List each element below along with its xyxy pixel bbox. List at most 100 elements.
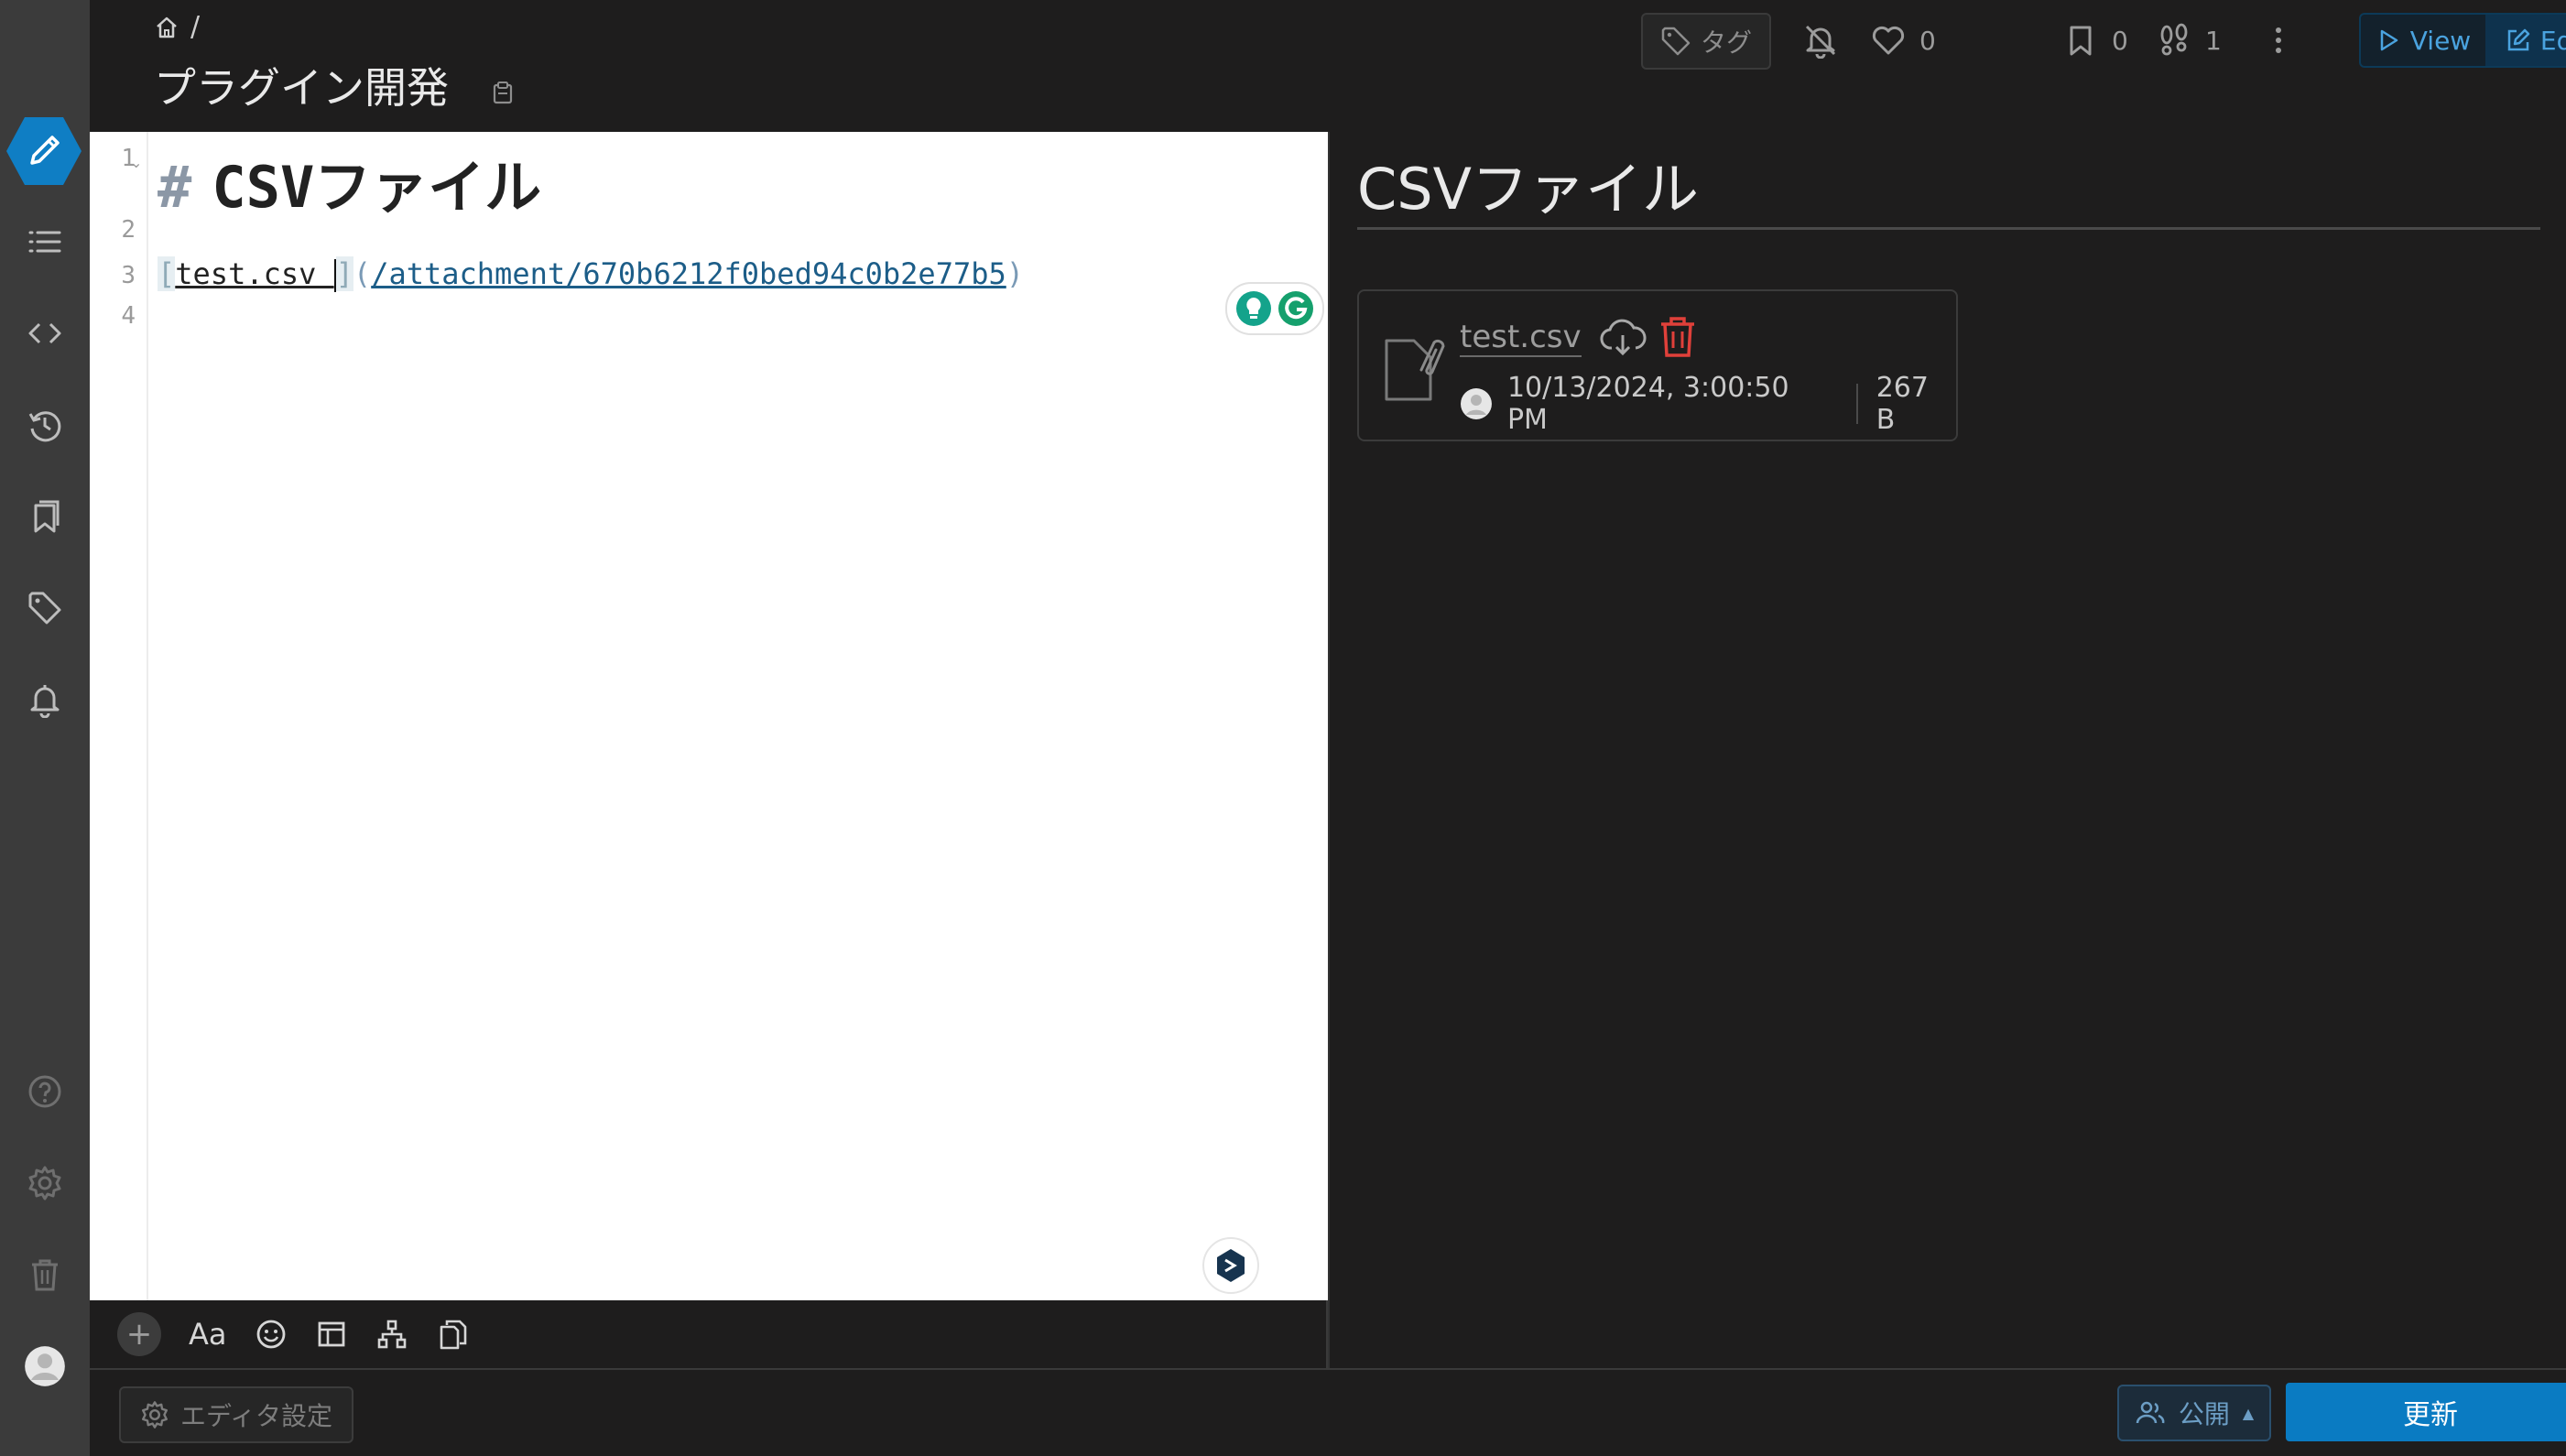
page-header: / プラグイン開発 タグ 0 0 1 View Ed — [90, 0, 2566, 132]
fold-chevron-icon[interactable]: ⌄ — [130, 154, 142, 171]
sidebar-settings-button[interactable] — [0, 1137, 90, 1229]
link-open-bracket: [ — [158, 256, 176, 291]
attachment-name[interactable]: test.csv — [1460, 319, 1582, 357]
list-icon — [28, 231, 61, 253]
update-button[interactable]: 更新 — [2286, 1392, 2557, 1432]
view-edit-toggle: View Edit — [2359, 13, 2566, 68]
sidebar-trash-button[interactable] — [0, 1229, 90, 1320]
sidebar-source-button[interactable] — [0, 288, 90, 379]
plus-icon: + — [117, 1312, 161, 1356]
bookmarks-icon — [34, 500, 60, 533]
link-text: test.csv — [175, 256, 334, 291]
copy-icon — [440, 1320, 466, 1350]
grammarly-widget[interactable] — [1225, 282, 1324, 335]
help-icon — [28, 1075, 61, 1108]
link-close-bracket: ] — [335, 256, 353, 291]
page-footer: エディタ設定 公開 ▲ 更新 ▲ — [90, 1368, 2566, 1456]
template-button[interactable] — [436, 1312, 469, 1356]
sidebar-notifications-button[interactable] — [0, 654, 90, 745]
edit-icon — [2507, 28, 2530, 51]
caret-up-icon: ▲ — [2242, 1404, 2255, 1422]
assistant-icon[interactable] — [1201, 1236, 1260, 1295]
tag-label: タグ — [1700, 27, 1752, 58]
seen-users-button[interactable]: 1 — [2156, 18, 2222, 62]
cloud-download-icon[interactable] — [1599, 317, 1647, 359]
heading-marker: # — [158, 154, 192, 221]
bookmark-button[interactable]: 0 — [2062, 18, 2128, 62]
trash-icon — [32, 1259, 58, 1291]
attachment-card: test.csv 10/13/2024, 3:00:50 PM 267 B — [1357, 289, 1958, 441]
emoji-button[interactable] — [255, 1312, 288, 1356]
breadcrumb-separator: / — [190, 11, 201, 43]
gear-icon — [141, 1401, 168, 1429]
sidebar-tags-button[interactable] — [0, 562, 90, 654]
seen-count: 1 — [2205, 25, 2222, 56]
tag-icon — [1661, 27, 1691, 56]
heading-text: CSVファイル — [212, 154, 542, 221]
editor-heading-line: # CSVファイル — [158, 141, 541, 223]
editor-link-line: [test.csv ](/attachment/670b6212f0bed94c… — [158, 256, 1024, 292]
footprints-icon — [2160, 23, 2188, 56]
preview-heading: CSVファイル — [1357, 156, 1700, 223]
line-number-gutter: 1 ⌄ 2 3 4 — [90, 132, 148, 1300]
text-format-button[interactable]: Aa — [189, 1312, 227, 1356]
breadcrumb: / — [154, 11, 200, 43]
diagram-button[interactable] — [375, 1312, 408, 1356]
sidebar-user-avatar[interactable] — [0, 1320, 90, 1412]
attachment-meta: 10/13/2024, 3:00:50 PM 267 B — [1460, 372, 1956, 436]
subscribe-button[interactable] — [1802, 18, 1839, 62]
attachment-file-icon — [1385, 339, 1445, 401]
editor-settings-label: エディタ設定 — [179, 1401, 333, 1431]
like-count: 0 — [1919, 25, 1936, 56]
update-button-group: 更新 ▲ — [2286, 1383, 2566, 1441]
emoji-icon — [256, 1320, 285, 1349]
editor-settings-button[interactable]: エディタ設定 — [119, 1386, 353, 1443]
link-paren-open: ( — [353, 256, 372, 291]
tag-button[interactable]: タグ — [1641, 13, 1771, 70]
text-format-label: Aa — [189, 1317, 227, 1352]
gear-icon — [28, 1166, 61, 1201]
sidebar-history-button[interactable] — [0, 379, 90, 471]
heading-divider — [1357, 227, 2540, 230]
edit-label: Edit — [2539, 25, 2566, 56]
clipboard-icon[interactable] — [491, 81, 515, 104]
preview-pane: CSVファイル test.csv 10/13/2024, 3:00:50 PM … — [1328, 132, 2566, 1368]
tag-icon — [28, 592, 61, 625]
table-button[interactable] — [315, 1312, 348, 1356]
delete-icon[interactable] — [1658, 315, 1698, 359]
app-window: / プラグイン開発 タグ 0 0 1 View Ed 1 ⌄ 2 3 4 # C… — [0, 0, 2566, 1456]
code-icon — [28, 322, 61, 344]
attachment-size: 267 B — [1876, 372, 1929, 436]
home-icon[interactable] — [154, 15, 179, 40]
bookmark-icon — [2070, 26, 2092, 56]
attach-button[interactable]: + — [117, 1312, 161, 1356]
sidebar-edit-button[interactable] — [6, 115, 82, 187]
sidebar-toc-button[interactable] — [0, 196, 90, 288]
attachment-date: 10/13/2024, 3:00:50 PM — [1506, 372, 1789, 436]
users-icon — [2136, 1401, 2165, 1424]
line-number: 3 — [121, 262, 136, 289]
meta-divider — [1855, 384, 1858, 424]
play-icon — [2380, 29, 2398, 51]
view-button[interactable]: View — [2361, 15, 2485, 66]
bell-off-icon — [1805, 25, 1836, 59]
grammarly-icon — [1278, 291, 1313, 326]
more-menu-button[interactable] — [2260, 18, 2297, 62]
link-paren-close: ) — [1006, 256, 1025, 291]
link-url[interactable]: /attachment/670b6212f0bed94c0b2e77b5 — [371, 256, 1006, 291]
like-button[interactable]: 0 — [1870, 18, 1936, 62]
left-sidebar — [0, 0, 90, 1456]
edit-button[interactable]: Edit — [2485, 15, 2566, 66]
table-icon — [318, 1321, 344, 1347]
line-number: 4 — [121, 302, 136, 330]
line-number: 1 — [121, 145, 136, 172]
pencil-icon — [6, 117, 82, 185]
diagram-icon — [377, 1320, 406, 1349]
markdown-editor[interactable]: 1 ⌄ 2 3 4 # CSVファイル [test.csv ](/attachme… — [90, 132, 1328, 1300]
sidebar-bookmarks-button[interactable] — [0, 471, 90, 562]
page-title: プラグイン開発 — [154, 63, 449, 113]
grant-select-button[interactable]: 公開 ▲ — [2117, 1385, 2271, 1441]
sidebar-help-button[interactable] — [0, 1046, 90, 1137]
update-options-caret-icon[interactable]: ▲ — [2557, 1383, 2566, 1441]
line-number: 2 — [121, 216, 136, 244]
